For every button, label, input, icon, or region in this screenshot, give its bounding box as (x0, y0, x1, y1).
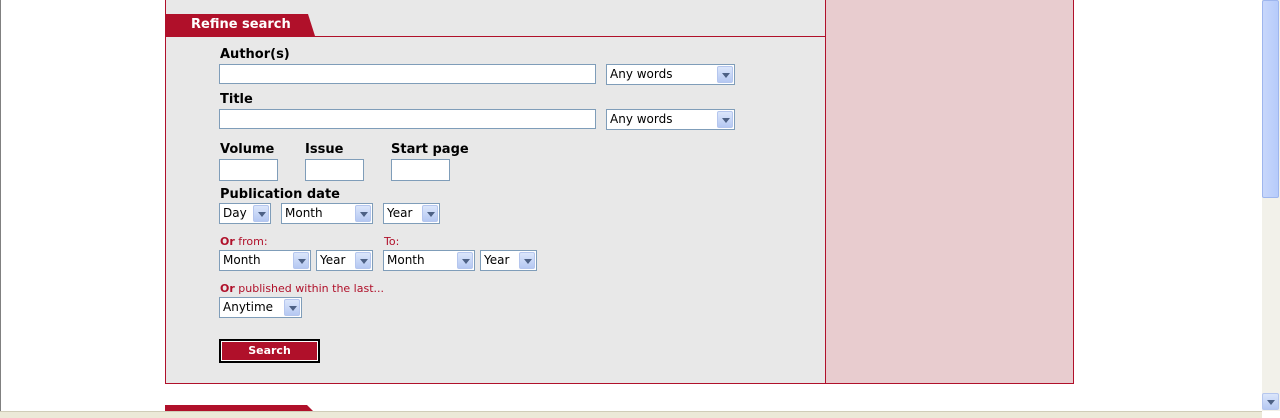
chevron-down-icon[interactable] (284, 299, 300, 316)
publication-date-label: Publication date (220, 187, 340, 202)
right-sidebar (825, 0, 1074, 384)
day-value: Day (223, 206, 247, 220)
from-year-select[interactable]: Year (316, 250, 373, 271)
volume-label: Volume (220, 142, 275, 157)
title-label: Title (220, 92, 253, 107)
author-label: Author(s) (220, 47, 290, 62)
start-page-input[interactable] (391, 159, 450, 181)
to-month-select[interactable]: Month (383, 250, 475, 271)
title-match-select[interactable]: Any words (606, 109, 735, 130)
chevron-down-icon[interactable] (355, 205, 371, 222)
or-from-label: Or from: (220, 235, 268, 248)
search-button[interactable]: Search (219, 339, 320, 363)
issue-input[interactable] (305, 159, 364, 181)
scrollbar-thumb[interactable] (1262, 0, 1279, 198)
within-value: Anytime (223, 300, 274, 314)
from-year-value: Year (320, 253, 346, 267)
month-value: Month (285, 206, 323, 220)
refine-search-tab: Refine search (165, 14, 315, 36)
chevron-down-icon[interactable] (355, 252, 371, 269)
tab-divider (165, 36, 825, 37)
author-input[interactable] (219, 64, 596, 84)
start-page-label: Start page (391, 142, 469, 157)
author-match-value: Any words (610, 67, 673, 81)
from-month-value: Month (223, 253, 261, 267)
month-select[interactable]: Month (281, 203, 373, 224)
day-select[interactable]: Day (219, 203, 271, 224)
year-value: Year (387, 206, 413, 220)
or-word: Or (220, 282, 235, 295)
author-match-select[interactable]: Any words (606, 64, 735, 85)
from-month-select[interactable]: Month (219, 250, 311, 271)
issue-label: Issue (305, 142, 344, 157)
within-select[interactable]: Anytime (219, 297, 302, 318)
to-month-value: Month (387, 253, 425, 267)
to-label: To: (384, 235, 400, 248)
title-match-value: Any words (610, 112, 673, 126)
to-year-value: Year (484, 253, 510, 267)
chevron-down-icon[interactable] (422, 205, 438, 222)
chevron-down-icon[interactable] (717, 66, 733, 83)
volume-input[interactable] (219, 159, 278, 181)
chevron-down-icon[interactable] (717, 111, 733, 128)
to-year-select[interactable]: Year (480, 250, 537, 271)
within-text: published within the last... (234, 282, 385, 295)
scroll-down-arrow-icon[interactable] (1262, 393, 1279, 410)
within-label: Or published within the last... (220, 282, 384, 295)
year-select[interactable]: Year (383, 203, 440, 224)
chevron-down-icon[interactable] (457, 252, 473, 269)
from-word: from: (234, 235, 268, 248)
chevron-down-icon[interactable] (293, 252, 309, 269)
title-input[interactable] (219, 109, 596, 129)
window-edge (0, 0, 1, 417)
chevron-down-icon[interactable] (253, 205, 269, 222)
chevron-down-icon[interactable] (519, 252, 535, 269)
or-word: Or (220, 235, 235, 248)
